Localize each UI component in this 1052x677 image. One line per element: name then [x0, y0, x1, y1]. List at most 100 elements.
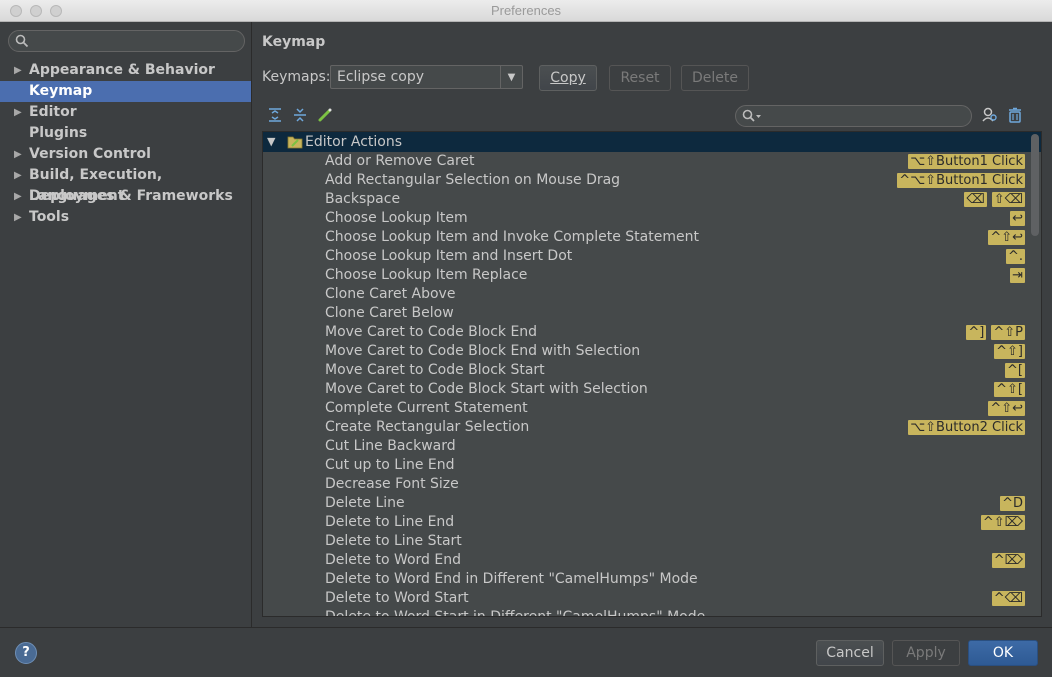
action-name: Move Caret to Code Block End [325, 324, 538, 340]
action-name: Clone Caret Above [325, 286, 456, 302]
shortcut-badge: ^] [966, 325, 987, 340]
action-row[interactable]: Cut up to Line End [263, 456, 1041, 475]
chevron-down-icon[interactable]: ▼ [500, 66, 522, 88]
group-label: Editor Actions [305, 134, 403, 150]
action-name: Add Rectangular Selection on Mouse Drag [325, 172, 621, 188]
action-row[interactable]: Delete to Line End ^⇧⌦ [263, 513, 1041, 532]
keymaps-label: Keymaps: [262, 69, 331, 85]
action-row[interactable]: Create Rectangular Selection ⌥⇧Button2 Cl… [263, 418, 1041, 437]
search-options-icon[interactable] [742, 109, 762, 123]
action-row[interactable]: Add Rectangular Selection on Mouse Drag ^… [263, 171, 1041, 190]
chevron-right-icon[interactable]: ▶ [14, 60, 22, 81]
shortcut-list: ⌫ ⇧⌫ [964, 192, 1025, 207]
shortcut-badge: ^⇧↩ [988, 401, 1025, 416]
chevron-right-icon[interactable]: ▶ [14, 186, 22, 207]
chevron-right-icon[interactable]: ▶ [14, 144, 22, 165]
ok-button[interactable]: OK [968, 640, 1038, 666]
action-row[interactable]: Delete to Word End in Different "CamelHu… [263, 570, 1041, 589]
minimize-window-button[interactable] [30, 5, 42, 17]
shortcut-badge: ^⇧P [991, 325, 1025, 340]
chevron-right-icon[interactable]: ▶ [14, 207, 22, 228]
action-row[interactable]: Delete to Line Start [263, 532, 1041, 551]
shortcut-list: ^⇧[ [994, 382, 1025, 397]
action-row[interactable]: Delete Line ^D [263, 494, 1041, 513]
action-row[interactable]: Choose Lookup Item and Insert Dot ^. [263, 247, 1041, 266]
shortcut-list: ⌥⇧Button1 Click [908, 154, 1025, 169]
action-rows: Add or Remove Caret ⌥⇧Button1 Click Add Re… [263, 152, 1041, 616]
expand-all-icon[interactable] [267, 107, 283, 123]
action-row[interactable]: Move Caret to Code Block End with Select… [263, 342, 1041, 361]
chevron-right-icon[interactable]: ▶ [14, 102, 22, 123]
action-name: Cut Line Backward [325, 438, 456, 454]
shortcut-badge: ↩ [1010, 211, 1025, 226]
action-row[interactable]: Clone Caret Above [263, 285, 1041, 304]
edit-shortcut-icon[interactable] [317, 107, 333, 123]
settings-search-input[interactable] [8, 30, 245, 52]
action-row[interactable]: Move Caret to Code Block Start with Sele… [263, 380, 1041, 399]
scrollbar-thumb[interactable] [1031, 134, 1039, 236]
reset-button[interactable]: Reset [609, 65, 671, 91]
shortcut-badge: ^D [1000, 496, 1025, 511]
action-row[interactable]: Cut Line Backward [263, 437, 1041, 456]
sidebar-item-keymap[interactable]: Keymap [0, 81, 251, 102]
group-editor-actions[interactable]: ▼ Editor Actions [263, 132, 1041, 152]
action-name: Delete to Word End [325, 552, 461, 568]
action-row[interactable]: Delete to Word End ^⌦ [263, 551, 1041, 570]
actions-list[interactable]: ▼ Editor Actions Add or Remove Caret ⌥⇧Bu… [262, 131, 1042, 617]
action-row[interactable]: Choose Lookup Item ↩ [263, 209, 1041, 228]
sidebar-item-languages-frameworks[interactable]: ▶ Languages & Frameworks [0, 186, 251, 207]
action-row[interactable]: Backspace ⌫ ⇧⌫ [263, 190, 1041, 209]
chevron-right-icon[interactable]: ▶ [14, 165, 22, 186]
copy-button[interactable]: Copy [539, 65, 597, 91]
sidebar-item-label: Keymap [29, 83, 93, 99]
action-name: Choose Lookup Item and Insert Dot [325, 248, 573, 264]
action-row[interactable]: Complete Current Statement ^⇧↩ [263, 399, 1041, 418]
action-row[interactable]: Decrease Font Size [263, 475, 1041, 494]
help-button[interactable]: ? [15, 642, 37, 664]
sidebar-item-editor[interactable]: ▶ Editor [0, 102, 251, 123]
action-name: Backspace [325, 191, 401, 207]
collapse-all-icon[interactable] [292, 107, 308, 123]
action-row[interactable]: Clone Caret Below [263, 304, 1041, 323]
action-filter-input[interactable] [735, 105, 972, 127]
folder-icon [287, 136, 303, 149]
keymap-select-value: Eclipse copy [337, 69, 425, 85]
close-window-button[interactable] [10, 5, 22, 17]
shortcut-list: ^⌦ [991, 553, 1025, 568]
zoom-window-button[interactable] [50, 5, 62, 17]
sidebar-item-build-execution-deployment[interactable]: ▶ Build, Execution, Deployment [0, 165, 251, 204]
settings-tree: ▶ Appearance & Behavior Keymap ▶ Editor Plugi… [0, 60, 251, 228]
trash-icon[interactable] [1007, 107, 1023, 123]
action-row[interactable]: Add or Remove Caret ⌥⇧Button1 Click [263, 152, 1041, 171]
delete-button[interactable]: Delete [681, 65, 749, 91]
shortcut-list: ^⇧] [994, 344, 1025, 359]
find-by-shortcut-icon[interactable] [982, 107, 998, 123]
action-row[interactable]: Choose Lookup Item Replace ⇥ [263, 266, 1041, 285]
action-name: Move Caret to Code Block Start [325, 362, 545, 378]
shortcut-badge: ^[ [1005, 363, 1025, 378]
shortcut-badge: ⌫ [964, 192, 987, 207]
shortcut-list: ⌥⇧Button2 Click [908, 420, 1025, 435]
sidebar-item-label: Editor [29, 104, 77, 120]
action-row[interactable]: Delete to Word Start ^⌫ [263, 589, 1041, 608]
sidebar-item-appearance-behavior[interactable]: ▶ Appearance & Behavior [0, 60, 251, 81]
action-name: Move Caret to Code Block End with Select… [325, 343, 641, 359]
sidebar-item-tools[interactable]: ▶ Tools [0, 207, 251, 228]
action-row[interactable]: Choose Lookup Item and Invoke Complete S… [263, 228, 1041, 247]
action-name: Decrease Font Size [325, 476, 459, 492]
sidebar-item-plugins[interactable]: Plugins [0, 123, 251, 144]
apply-button[interactable]: Apply [892, 640, 960, 666]
action-row[interactable]: Move Caret to Code Block Start ^[ [263, 361, 1041, 380]
keymap-select[interactable]: Eclipse copy ▼ [330, 65, 523, 89]
sidebar-item-label: Tools [29, 209, 70, 225]
shortcut-badge: ^⇧⌦ [980, 515, 1025, 530]
action-row[interactable]: Move Caret to Code Block End ^] ^⇧P [263, 323, 1041, 342]
shortcut-list: ^⇧↩ [988, 230, 1025, 245]
action-row[interactable]: Delete to Word Start in Different "Camel… [263, 608, 1041, 616]
cancel-button[interactable]: Cancel [816, 640, 884, 666]
sidebar-item-version-control[interactable]: ▶ Version Control [0, 144, 251, 165]
expanded-arrow-icon[interactable]: ▼ [267, 132, 275, 152]
action-name: Delete to Word End in Different "CamelHu… [325, 571, 698, 587]
action-name: Choose Lookup Item [325, 210, 468, 226]
action-name: Clone Caret Below [325, 305, 454, 321]
